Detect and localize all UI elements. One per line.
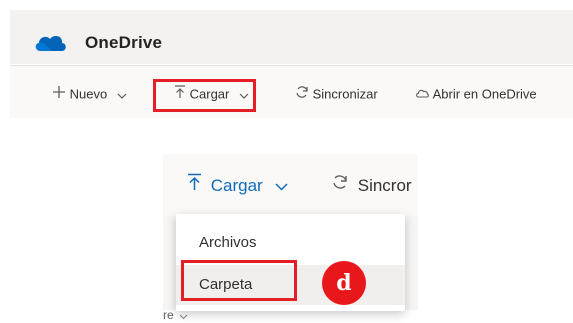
zoom-cargar-label: Cargar [210, 175, 263, 195]
nuevo-label: Nuevo [69, 86, 108, 102]
cargar-highlight-box [153, 79, 256, 112]
upload-icon [187, 173, 202, 199]
menu-item-archivos[interactable]: Archivos [176, 223, 405, 263]
chevron-down-icon [117, 85, 127, 105]
abrir-label: Abrir en OneDrive [432, 86, 537, 102]
nuevo-button[interactable]: Nuevo [52, 84, 127, 104]
zoom-sincronizar-button[interactable]: Sincror [331, 172, 412, 198]
abrir-en-onedrive-button[interactable]: Abrir en OneDrive [415, 84, 537, 104]
sincronizar-label: Sincronizar [312, 86, 378, 102]
sincronizar-button[interactable]: Sincronizar [295, 84, 378, 104]
sync-icon [331, 173, 349, 199]
command-bar: Nuevo Cargar Sincronizar Abrir en OneDri… [10, 65, 573, 118]
zoom-cargar-button[interactable]: Cargar [187, 172, 288, 198]
onedrive-cloud-icon[interactable] [32, 31, 68, 55]
plus-icon [52, 85, 66, 105]
truncated-label: re [163, 308, 174, 322]
zoom-sincronizar-label: Sincror [357, 175, 412, 195]
onedrive-header: OneDrive [10, 10, 573, 64]
step-badge: d [322, 261, 366, 305]
cloud-link-icon [415, 85, 429, 105]
app-title: OneDrive [85, 33, 163, 52]
zoom-command-bar: Cargar Sincror [163, 154, 418, 216]
carpeta-highlight-box [181, 260, 297, 301]
chevron-down-icon [275, 173, 288, 199]
sync-icon [295, 85, 309, 105]
